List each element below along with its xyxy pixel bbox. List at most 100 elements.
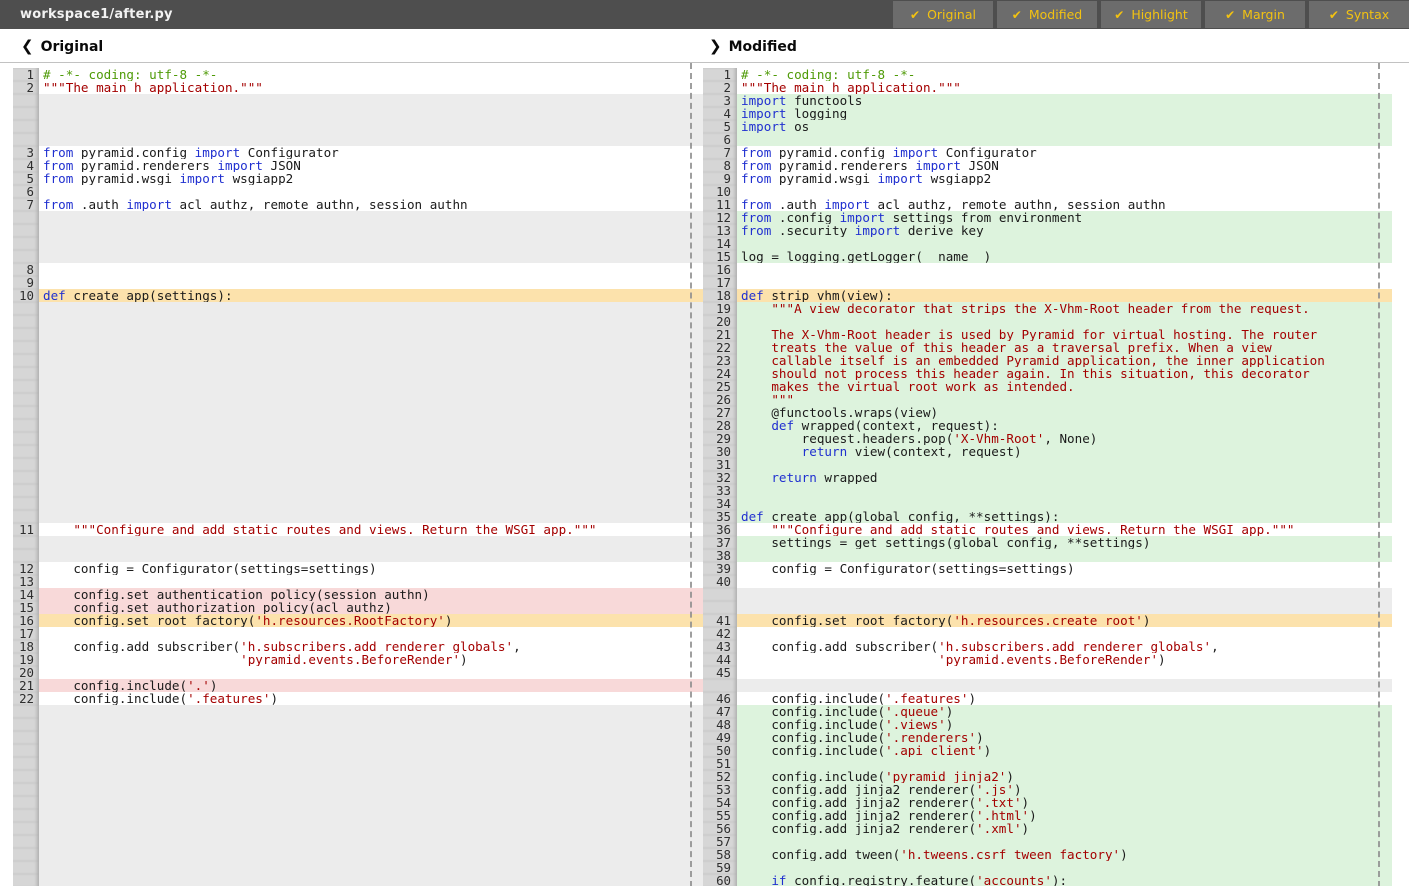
code-line[interactable]: config.add_subscriber('h.subscribers.add… xyxy=(737,640,1392,653)
code-row xyxy=(0,445,703,458)
code-line[interactable]: config.add_tween('h.tweens.csrf_tween_fa… xyxy=(737,848,1392,861)
code-line[interactable]: from pyramid.config import Configurator xyxy=(737,146,1392,159)
code-line[interactable]: from pyramid.config import Configurator xyxy=(39,146,703,159)
code-line[interactable]: """The main h application.""" xyxy=(737,81,1392,94)
code-line[interactable]: def create_app(settings): xyxy=(39,289,703,302)
toggle-label: Margin xyxy=(1242,7,1285,22)
code-line[interactable]: def wrapped(context, request): xyxy=(737,419,1392,432)
code-line[interactable]: if config.registry.feature('accounts'): xyxy=(737,874,1392,886)
code-line[interactable] xyxy=(39,666,703,679)
code-line[interactable]: should not process this header again. In… xyxy=(737,367,1392,380)
code-line[interactable]: config.set_root_factory('h.resources.cre… xyxy=(737,614,1392,627)
code-line[interactable] xyxy=(737,575,1392,588)
code-line[interactable] xyxy=(737,458,1392,471)
code-line[interactable]: def strip_vhm(view): xyxy=(737,289,1392,302)
code-line[interactable]: 'pyramid.events.BeforeRender') xyxy=(39,653,703,666)
code-line[interactable]: makes the virtual root work as intended. xyxy=(737,380,1392,393)
code-line[interactable]: """ xyxy=(737,393,1392,406)
code-line[interactable]: config.add_jinja2_renderer('.html') xyxy=(737,809,1392,822)
code-line[interactable]: config.include('pyramid_jinja2') xyxy=(737,770,1392,783)
toggle-label: Modified xyxy=(1029,7,1082,22)
code-line[interactable] xyxy=(737,757,1392,770)
code-line[interactable] xyxy=(737,185,1392,198)
code-row xyxy=(0,510,703,523)
code-line[interactable]: """Configure and add static routes and v… xyxy=(39,523,703,536)
toggle-original-button[interactable]: ✔Original xyxy=(893,1,993,28)
code-line[interactable] xyxy=(737,133,1392,146)
diff-content: 1# -*- coding: utf-8 -*-2"""The main h a… xyxy=(0,62,1409,886)
code-line[interactable] xyxy=(737,484,1392,497)
code-line[interactable] xyxy=(39,276,703,289)
code-line[interactable]: @functools.wraps(view) xyxy=(737,406,1392,419)
code-line[interactable]: callable itself is an embedded Pyramid a… xyxy=(737,354,1392,367)
line-number xyxy=(13,367,39,380)
code-line[interactable]: """A view decorator that strips the X-Vh… xyxy=(737,302,1392,315)
code-line[interactable]: config = Configurator(settings=settings) xyxy=(39,562,703,575)
code-line[interactable]: config.set_root_factory('h.resources.Roo… xyxy=(39,614,703,627)
toggle-highlight-button[interactable]: ✔Highlight xyxy=(1101,1,1201,28)
code-line[interactable] xyxy=(737,237,1392,250)
code-row xyxy=(0,783,703,796)
code-line[interactable]: from .auth import acl_authz, remote_auth… xyxy=(737,198,1392,211)
code-line[interactable]: def create_app(global_config, **settings… xyxy=(737,510,1392,523)
filler-line xyxy=(39,510,703,523)
code-line[interactable]: config.include('.features') xyxy=(39,692,703,705)
code-line[interactable]: config.include('.api_client') xyxy=(737,744,1392,757)
code-line[interactable]: return view(context, request) xyxy=(737,445,1392,458)
code-line[interactable]: from .auth import acl_authz, remote_auth… xyxy=(39,198,703,211)
code-line[interactable]: # -*- coding: utf-8 -*- xyxy=(737,68,1392,81)
code-line[interactable] xyxy=(737,861,1392,874)
code-line[interactable]: config.include('.views') xyxy=(737,718,1392,731)
code-line[interactable] xyxy=(39,575,703,588)
code-line[interactable]: from pyramid.wsgi import wsgiapp2 xyxy=(737,172,1392,185)
code-row: 50 config.include('.api_client') xyxy=(703,744,1392,757)
code-line[interactable]: from .security import derive_key xyxy=(737,224,1392,237)
line-number: 22 xyxy=(13,692,39,705)
code-line[interactable]: config.add_jinja2_renderer('.txt') xyxy=(737,796,1392,809)
code-line[interactable]: """The main h application.""" xyxy=(39,81,703,94)
code-line[interactable] xyxy=(737,276,1392,289)
filler-line xyxy=(39,211,703,224)
toggle-margin-button[interactable]: ✔Margin xyxy=(1205,1,1305,28)
code-line[interactable]: import logging xyxy=(737,107,1392,120)
code-line[interactable]: log = logging.getLogger(__name__) xyxy=(737,250,1392,263)
code-line[interactable]: from .config import settings_from_enviro… xyxy=(737,211,1392,224)
code-line[interactable]: """Configure and add static routes and v… xyxy=(737,523,1392,536)
code-line[interactable] xyxy=(737,497,1392,510)
code-line[interactable]: import functools xyxy=(737,94,1392,107)
code-line[interactable]: request.headers.pop('X-Vhm-Root', None) xyxy=(737,432,1392,445)
code-line[interactable] xyxy=(737,627,1392,640)
code-line[interactable] xyxy=(39,263,703,276)
code-line[interactable]: 'pyramid.events.BeforeRender') xyxy=(737,653,1392,666)
filler-line xyxy=(39,497,703,510)
code-row: 17 xyxy=(703,276,1392,289)
code-line[interactable]: # -*- coding: utf-8 -*- xyxy=(39,68,703,81)
code-line[interactable]: config.include('.features') xyxy=(737,692,1392,705)
code-line[interactable]: config.include('.queue') xyxy=(737,705,1392,718)
toggle-syntax-button[interactable]: ✔Syntax xyxy=(1309,1,1409,28)
code-line[interactable] xyxy=(39,185,703,198)
toggle-modified-button[interactable]: ✔Modified xyxy=(997,1,1097,28)
code-line[interactable]: from pyramid.wsgi import wsgiapp2 xyxy=(39,172,703,185)
code-line[interactable] xyxy=(737,835,1392,848)
code-line[interactable]: The X-Vhm-Root header is used by Pyramid… xyxy=(737,328,1392,341)
code-line[interactable]: config.add_jinja2_renderer('.js') xyxy=(737,783,1392,796)
code-line[interactable]: config.include('.') xyxy=(39,679,703,692)
code-line[interactable]: config.add_jinja2_renderer('.xml') xyxy=(737,822,1392,835)
code-line[interactable]: config.set_authentication_policy(session… xyxy=(39,588,703,601)
code-line[interactable]: return wrapped xyxy=(737,471,1392,484)
code-line[interactable] xyxy=(737,263,1392,276)
code-line[interactable]: treats the value of this header as a tra… xyxy=(737,341,1392,354)
code-line[interactable] xyxy=(39,627,703,640)
code-line[interactable] xyxy=(737,315,1392,328)
code-line[interactable]: config.include('.renderers') xyxy=(737,731,1392,744)
code-line[interactable]: import os xyxy=(737,120,1392,133)
code-line[interactable]: from pyramid.renderers import JSON xyxy=(39,159,703,172)
code-line[interactable]: config = Configurator(settings=settings) xyxy=(737,562,1392,575)
code-line[interactable] xyxy=(737,549,1392,562)
code-line[interactable]: settings = get_settings(global_config, *… xyxy=(737,536,1392,549)
code-line[interactable] xyxy=(737,666,1392,679)
code-line[interactable]: config.add_subscriber('h.subscribers.add… xyxy=(39,640,703,653)
code-line[interactable]: config.set_authorization_policy(acl_auth… xyxy=(39,601,703,614)
code-line[interactable]: from pyramid.renderers import JSON xyxy=(737,159,1392,172)
